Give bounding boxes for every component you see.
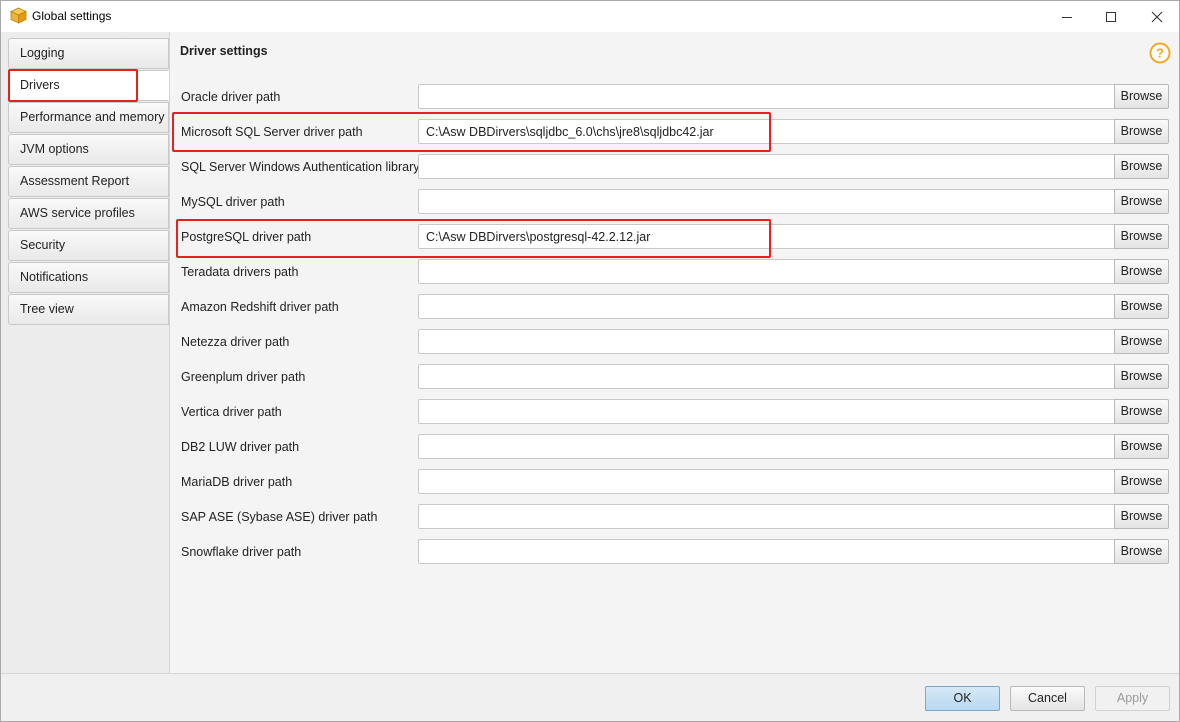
- sidebar-item-tree-view[interactable]: Tree view: [8, 294, 169, 325]
- section-title: Driver settings: [180, 44, 268, 58]
- sidebar-item-notifications[interactable]: Notifications: [8, 262, 169, 293]
- greenplum-driver-label: Greenplum driver path: [181, 370, 306, 384]
- mssql-driver-label: Microsoft SQL Server driver path: [181, 125, 363, 139]
- driver-settings-panel: Driver settings ? Oracle driver path Bro…: [170, 32, 1179, 673]
- settings-sidebar: Logging Drivers Performance and memory J…: [1, 32, 170, 673]
- db2-luw-driver-label: DB2 LUW driver path: [181, 440, 300, 454]
- greenplum-browse-button[interactable]: Browse: [1114, 364, 1169, 389]
- sidebar-item-assessment-report[interactable]: Assessment Report: [8, 166, 169, 197]
- maximize-icon: [1106, 11, 1116, 22]
- oracle-driver-label: Oracle driver path: [181, 90, 281, 104]
- redshift-driver-label: Amazon Redshift driver path: [181, 300, 339, 314]
- redshift-driver-path-input[interactable]: [418, 294, 1115, 319]
- mysql-driver-path-input[interactable]: [418, 189, 1115, 214]
- greenplum-driver-path-input[interactable]: [418, 364, 1115, 389]
- db2-luw-driver-path-input[interactable]: [418, 434, 1115, 459]
- snowflake-driver-path-input[interactable]: [418, 539, 1115, 564]
- vertica-driver-label: Vertica driver path: [181, 405, 282, 419]
- apply-button[interactable]: Apply: [1095, 686, 1170, 711]
- dialog-footer: OK Cancel Apply: [1, 673, 1179, 721]
- close-icon: [1151, 11, 1163, 22]
- sidebar-item-jvm-options[interactable]: JVM options: [8, 134, 169, 165]
- sqlserver-windows-auth-browse-button[interactable]: Browse: [1114, 154, 1169, 179]
- window-title: Global settings: [32, 9, 112, 23]
- app-cube-icon: [10, 7, 27, 24]
- mariadb-driver-label: MariaDB driver path: [181, 475, 293, 489]
- postgresql-driver-path-input[interactable]: [418, 224, 1115, 249]
- snowflake-browse-button[interactable]: Browse: [1114, 539, 1169, 564]
- redshift-browse-button[interactable]: Browse: [1114, 294, 1169, 319]
- sidebar-item-logging[interactable]: Logging: [8, 38, 169, 69]
- snowflake-driver-label: Snowflake driver path: [181, 545, 302, 559]
- teradata-browse-button[interactable]: Browse: [1114, 259, 1169, 284]
- title-bar: Global settings: [1, 1, 1179, 32]
- mssql-browse-button[interactable]: Browse: [1114, 119, 1169, 144]
- netezza-driver-label: Netezza driver path: [181, 335, 290, 349]
- netezza-driver-path-input[interactable]: [418, 329, 1115, 354]
- sidebar-item-drivers[interactable]: Drivers: [8, 70, 169, 101]
- mariadb-browse-button[interactable]: Browse: [1114, 469, 1169, 494]
- teradata-driver-label: Teradata drivers path: [181, 265, 299, 279]
- sap-ase-driver-label: SAP ASE (Sybase ASE) driver path: [181, 510, 378, 524]
- minimize-button[interactable]: [1044, 1, 1090, 32]
- sap-ase-browse-button[interactable]: Browse: [1114, 504, 1169, 529]
- sidebar-item-security[interactable]: Security: [8, 230, 169, 261]
- maximize-button[interactable]: [1088, 1, 1134, 32]
- netezza-browse-button[interactable]: Browse: [1114, 329, 1169, 354]
- postgresql-driver-label: PostgreSQL driver path: [181, 230, 312, 244]
- oracle-driver-path-input[interactable]: [418, 84, 1115, 109]
- teradata-driver-path-input[interactable]: [418, 259, 1115, 284]
- ok-button[interactable]: OK: [925, 686, 1000, 711]
- close-button[interactable]: [1134, 1, 1180, 32]
- mysql-driver-label: MySQL driver path: [181, 195, 285, 209]
- sqlserver-windows-auth-label: SQL Server Windows Authentication librar…: [181, 160, 420, 174]
- postgresql-browse-button[interactable]: Browse: [1114, 224, 1169, 249]
- db2-luw-browse-button[interactable]: Browse: [1114, 434, 1169, 459]
- sidebar-item-performance[interactable]: Performance and memory: [8, 102, 169, 133]
- mssql-driver-path-input[interactable]: [418, 119, 1115, 144]
- sidebar-item-aws-service-profiles[interactable]: AWS service profiles: [8, 198, 169, 229]
- svg-text:?: ?: [1156, 46, 1164, 61]
- oracle-browse-button[interactable]: Browse: [1114, 84, 1169, 109]
- mariadb-driver-path-input[interactable]: [418, 469, 1115, 494]
- mysql-browse-button[interactable]: Browse: [1114, 189, 1169, 214]
- global-settings-window: Global settings Logging Drivers Performa…: [0, 0, 1180, 722]
- cancel-button[interactable]: Cancel: [1010, 686, 1085, 711]
- vertica-driver-path-input[interactable]: [418, 399, 1115, 424]
- help-icon[interactable]: ?: [1149, 42, 1171, 64]
- vertica-browse-button[interactable]: Browse: [1114, 399, 1169, 424]
- sap-ase-driver-path-input[interactable]: [418, 504, 1115, 529]
- minimize-icon: [1062, 16, 1072, 18]
- sqlserver-windows-auth-input[interactable]: [418, 154, 1115, 179]
